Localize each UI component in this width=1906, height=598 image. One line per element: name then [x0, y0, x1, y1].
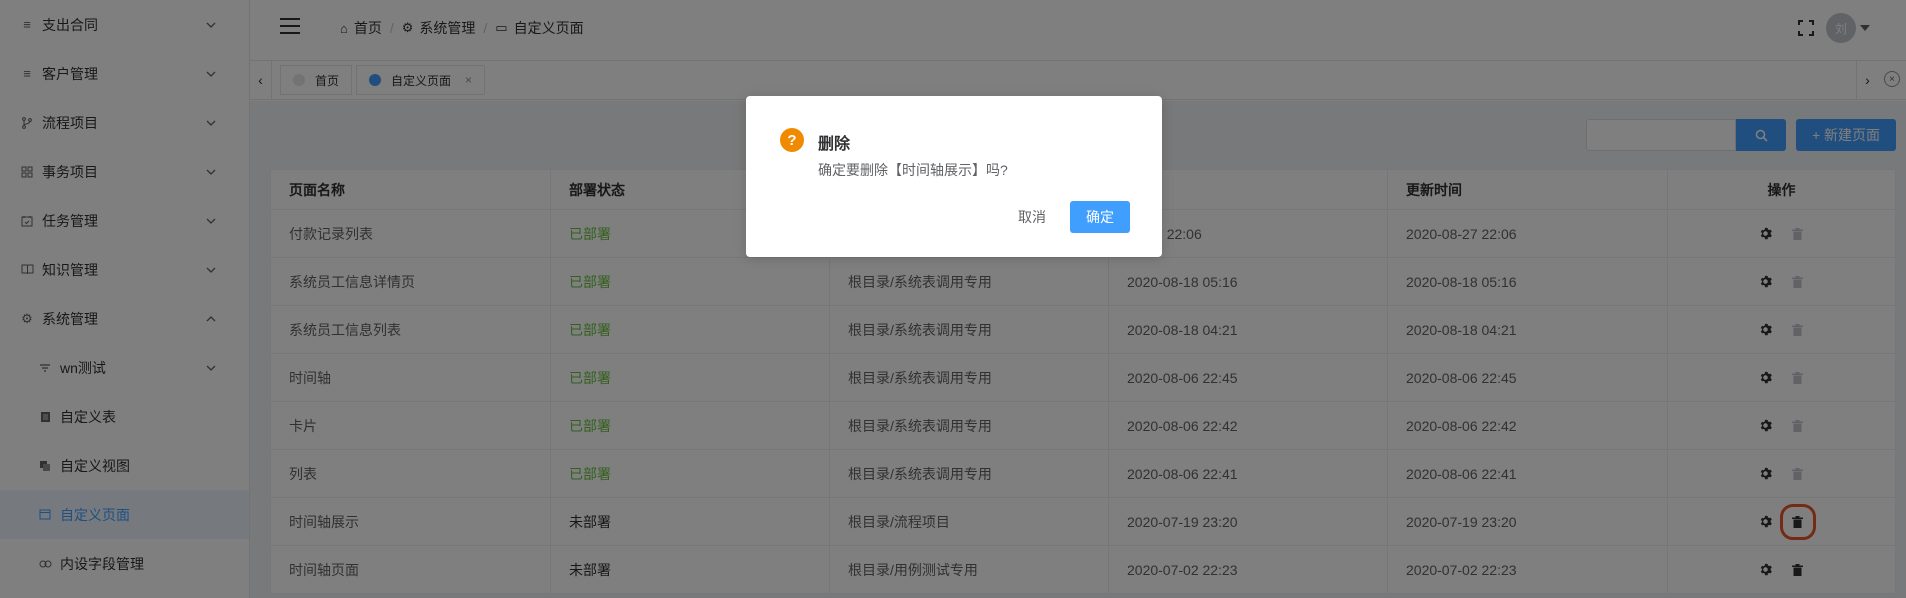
confirm-button[interactable]: 确定: [1070, 201, 1130, 233]
question-icon: ?: [780, 128, 804, 152]
delete-confirm-dialog: ? 删除 确定要删除【时间轴展示】吗? 取消 确定: [746, 96, 1162, 257]
dialog-message: 确定要删除【时间轴展示】吗?: [818, 162, 1008, 178]
cancel-button[interactable]: 取消: [1002, 201, 1062, 233]
dialog-title: 删除: [818, 136, 851, 153]
modal-overlay: [0, 0, 1906, 598]
